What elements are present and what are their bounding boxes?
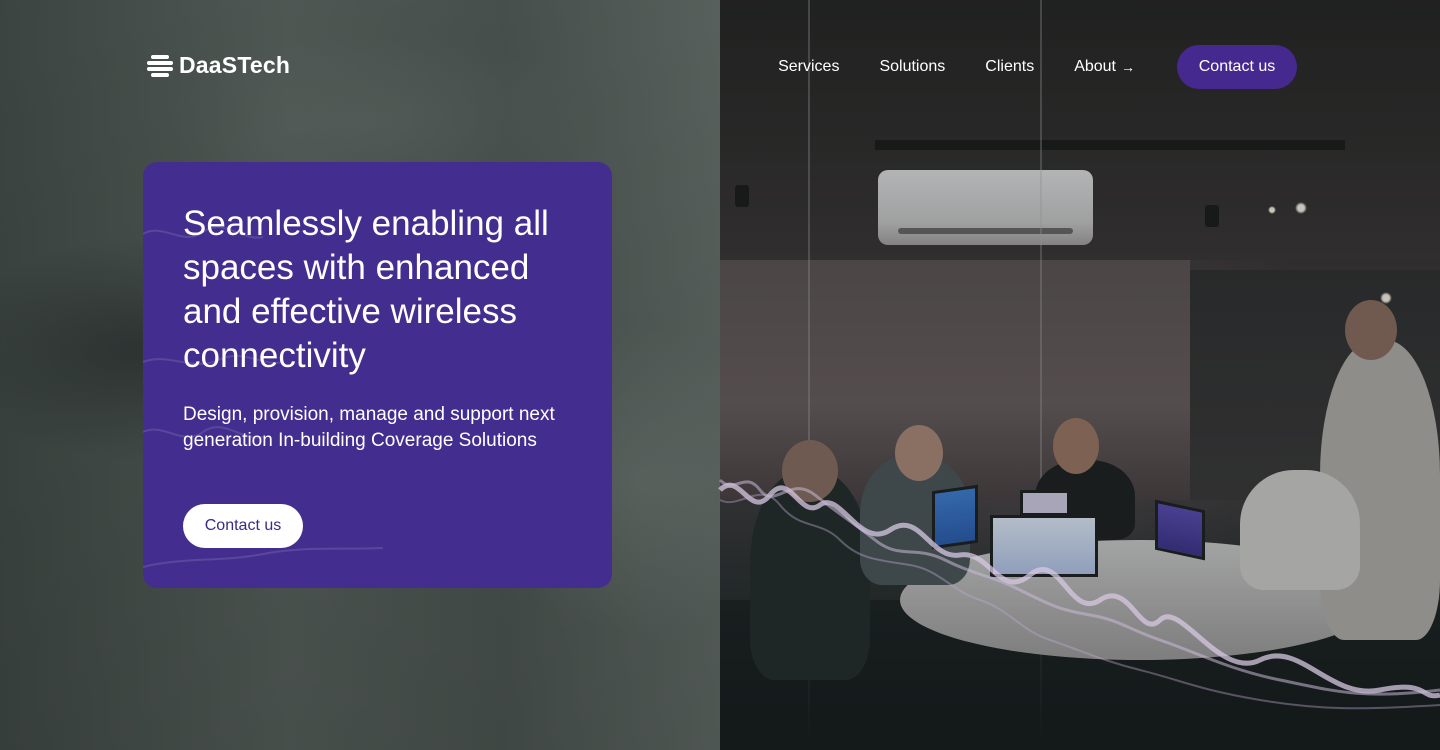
hero-subtitle: Design, provision, manage and support ne… bbox=[183, 404, 555, 451]
stacked-lines-logo-icon bbox=[147, 53, 173, 79]
landing-page: DaaSTech Services Solutions Clients Abou… bbox=[0, 0, 1440, 750]
brand-name: DaaSTech bbox=[179, 52, 291, 78]
wave-line bbox=[718, 482, 1440, 699]
nav-link-about[interactable]: About → bbox=[1074, 58, 1135, 76]
arrow-right-icon: → bbox=[1121, 59, 1135, 75]
nav-link-solutions[interactable]: Solutions bbox=[879, 58, 945, 76]
hero-title: Seamlessly enabling all spaces with enha… bbox=[183, 204, 549, 375]
nav-contact-button[interactable]: Contact us bbox=[1177, 45, 1297, 89]
nav-link-clients[interactable]: Clients bbox=[985, 58, 1034, 76]
nav-link-about-label: About bbox=[1074, 58, 1116, 75]
card-wave-line bbox=[143, 547, 384, 568]
hero-contact-button[interactable]: Contact us bbox=[183, 504, 303, 548]
main-navigation: Services Solutions Clients About → Conta… bbox=[778, 45, 1297, 89]
wave-line bbox=[718, 478, 1440, 696]
logo[interactable]: DaaSTech bbox=[147, 52, 290, 79]
nav-link-services[interactable]: Services bbox=[778, 58, 839, 76]
hero-card: Seamlessly enabling all spaces with enha… bbox=[143, 162, 612, 588]
